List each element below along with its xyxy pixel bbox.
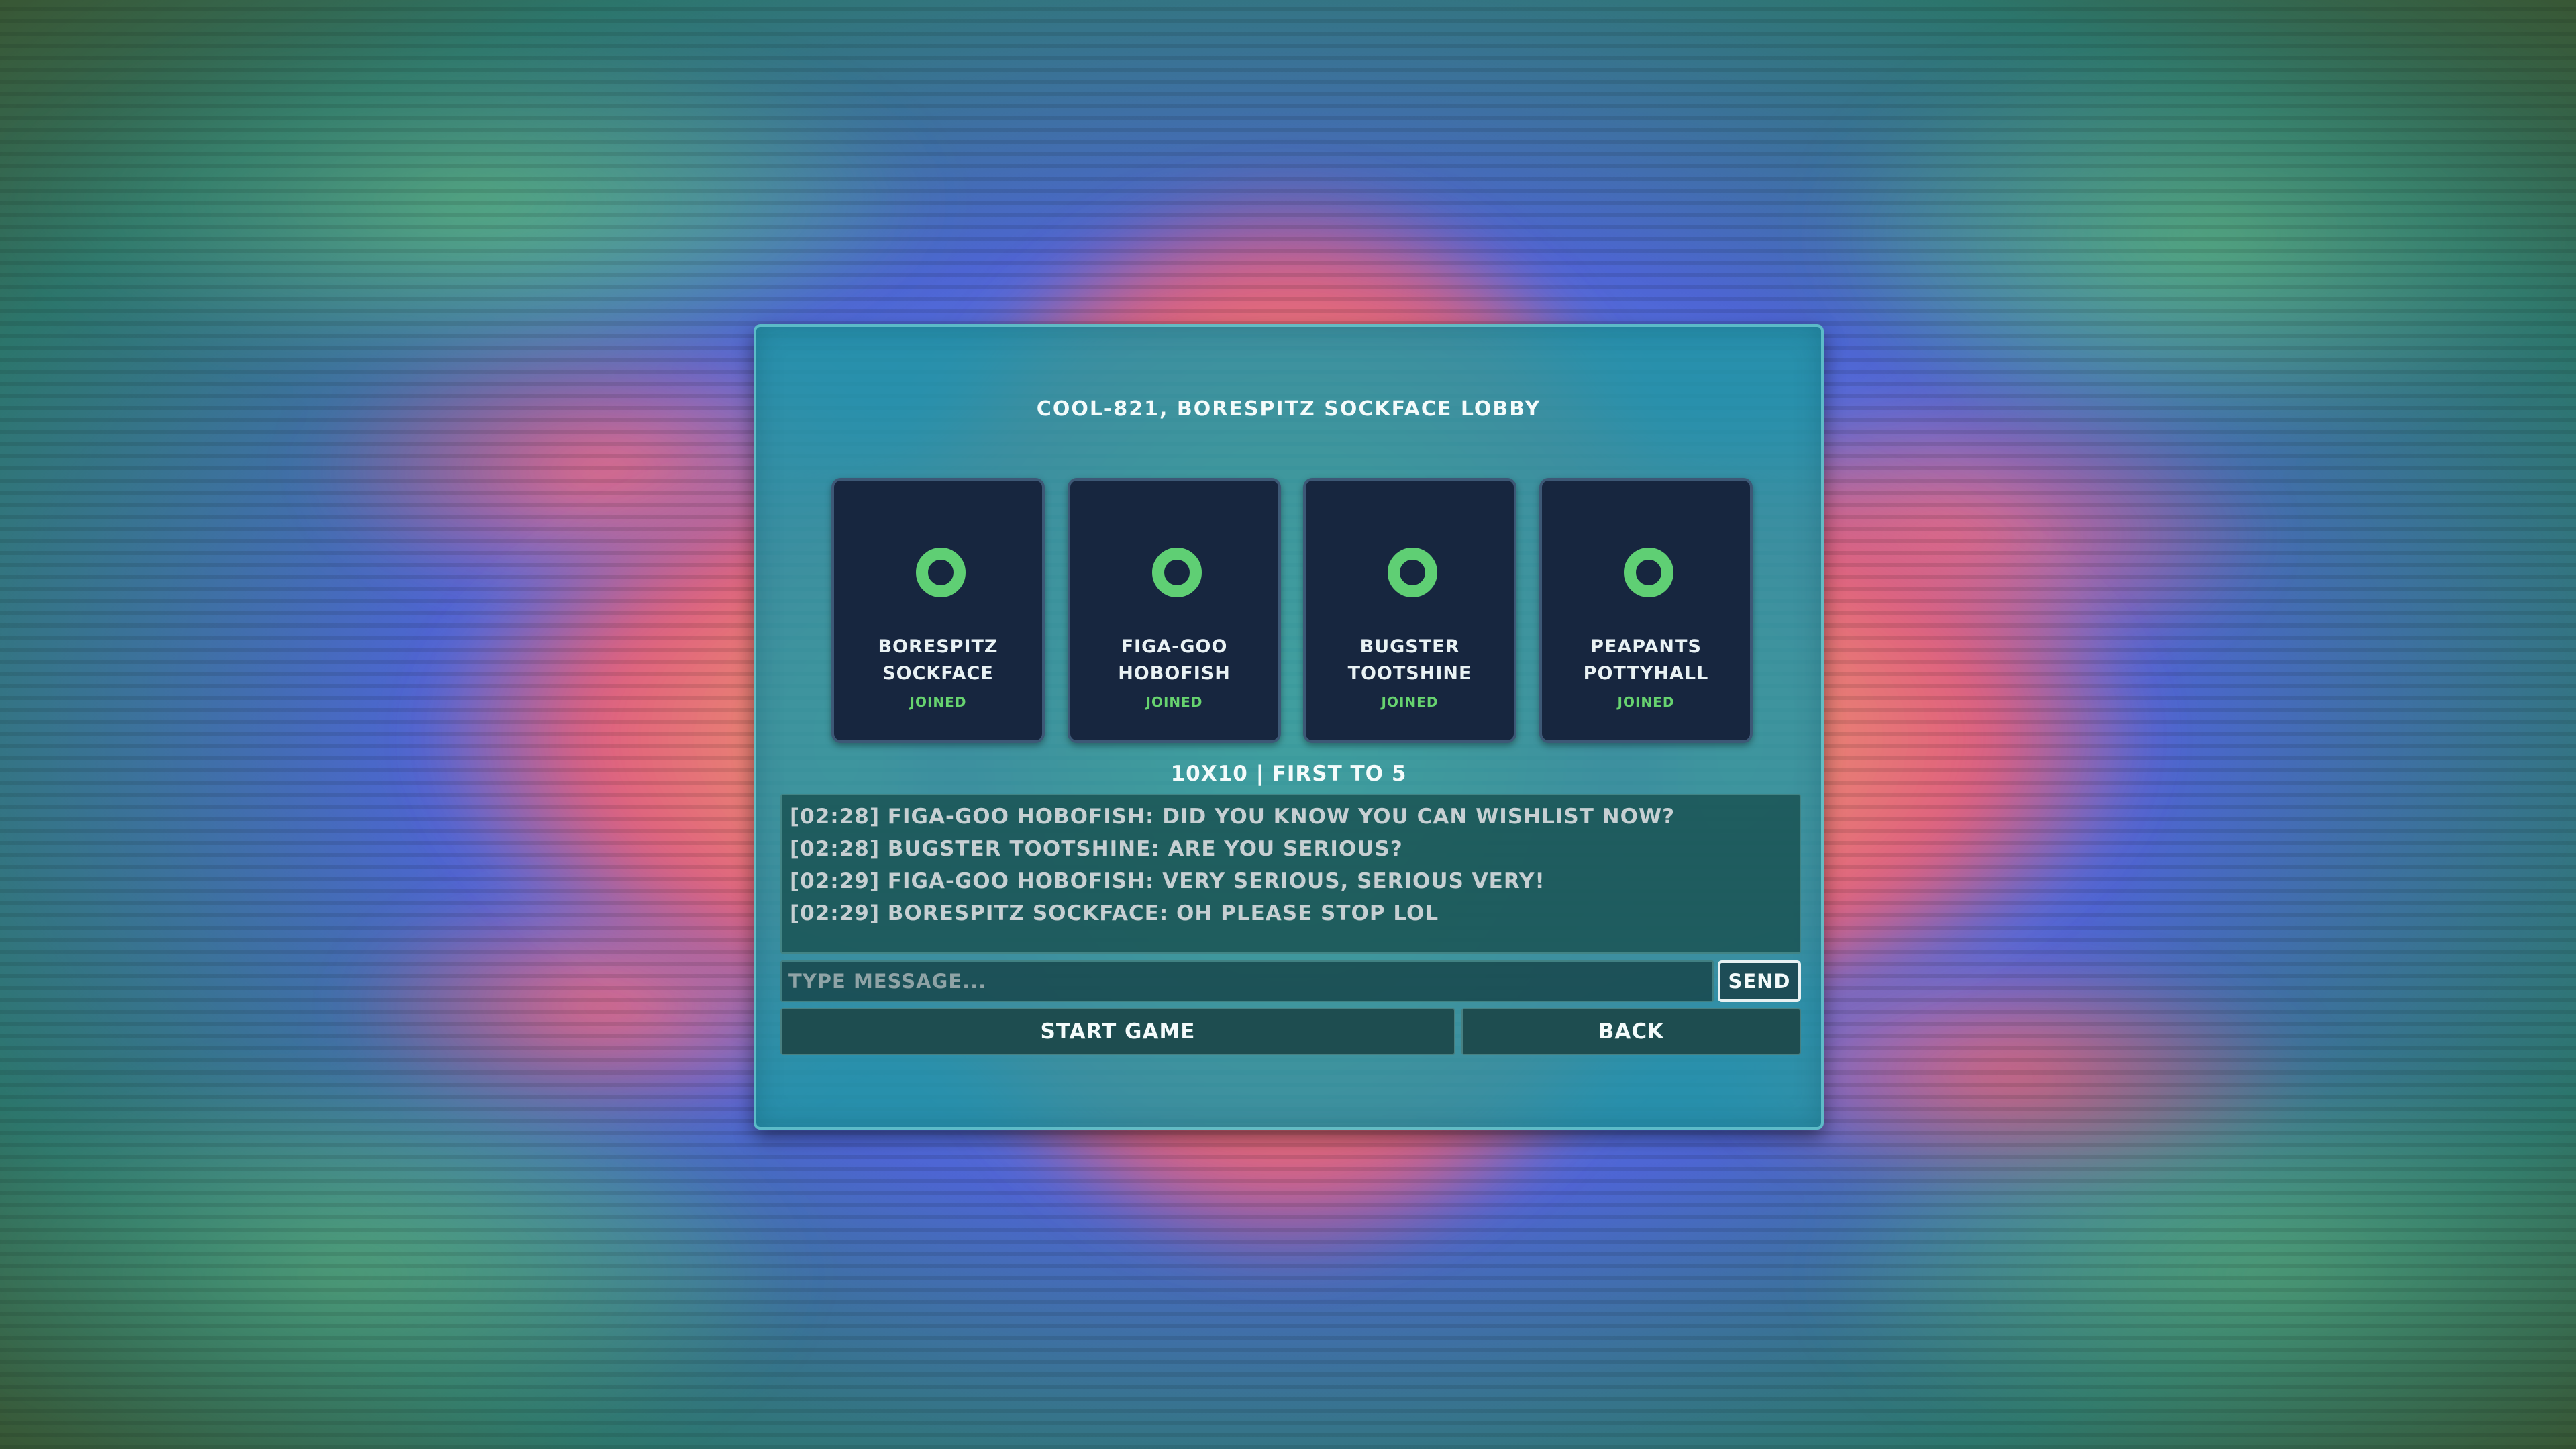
player-status: JOINED [1617, 694, 1675, 710]
player-status: JOINED [909, 694, 967, 710]
player-slots: BORESPITZ SOCKFACE JOINED FIGA-GOO HOBOF… [831, 478, 1754, 746]
player-name: PEAPANTS POTTYHALL [1549, 634, 1743, 687]
chat-message: [02:28] BUGSTER TOOTSHINE: ARE YOU SERIO… [790, 837, 1403, 861]
chat-log[interactable]: [02:28] FIGA-GOO HOBOFISH: DID YOU KNOW … [780, 794, 1801, 954]
player-name-line: SOCKFACE [882, 663, 994, 684]
player-name: BORESPITZ SOCKFACE [841, 634, 1035, 687]
chat-message: [02:28] FIGA-GOO HOBOFISH: DID YOU KNOW … [790, 805, 1676, 829]
game-settings-label: 10X10 | FIRST TO 5 [1170, 762, 1407, 786]
player-name: FIGA-GOO HOBOFISH [1077, 634, 1272, 687]
chat-message: [02:29] BORESPITZ SOCKFACE: OH PLEASE ST… [790, 901, 1439, 926]
green-ring-icon [1152, 548, 1202, 597]
green-ring-icon [916, 548, 966, 597]
player-status: JOINED [1145, 694, 1203, 710]
player-name-line: HOBOFISH [1118, 663, 1231, 684]
player-name-line: POTTYHALL [1583, 663, 1709, 684]
lobby-panel: COOL-821, BORESPITZ SOCKFACE LOBBY BORES… [754, 324, 1824, 1130]
lobby-title: COOL-821, BORESPITZ SOCKFACE LOBBY [1036, 397, 1541, 421]
back-button[interactable]: BACK [1461, 1008, 1801, 1055]
chat-input-row: SEND [780, 960, 1801, 1002]
lobby-actions: START GAME BACK [780, 1008, 1801, 1055]
chat-message: [02:29] FIGA-GOO HOBOFISH: VERY SERIOUS,… [790, 869, 1545, 893]
player-name-line: BORESPITZ [878, 636, 998, 657]
player-name: BUGSTER TOOTSHINE [1312, 634, 1507, 687]
player-card: BUGSTER TOOTSHINE JOINED [1303, 478, 1516, 743]
player-name-line: FIGA-GOO [1121, 636, 1228, 657]
player-name-line: PEAPANTS [1590, 636, 1702, 657]
send-button[interactable]: SEND [1718, 960, 1801, 1002]
green-ring-icon [1388, 548, 1437, 597]
player-name-line: BUGSTER [1359, 636, 1460, 657]
player-name-line: TOOTSHINE [1347, 663, 1472, 684]
player-card: BORESPITZ SOCKFACE JOINED [831, 478, 1045, 743]
chat-message-input[interactable] [780, 960, 1714, 1002]
green-ring-icon [1624, 548, 1673, 597]
player-status: JOINED [1381, 694, 1439, 710]
start-game-button[interactable]: START GAME [780, 1008, 1455, 1055]
player-card: FIGA-GOO HOBOFISH JOINED [1068, 478, 1281, 743]
player-card: PEAPANTS POTTYHALL JOINED [1539, 478, 1753, 743]
game-scene: COOL-821, BORESPITZ SOCKFACE LOBBY BORES… [0, 0, 2576, 1449]
